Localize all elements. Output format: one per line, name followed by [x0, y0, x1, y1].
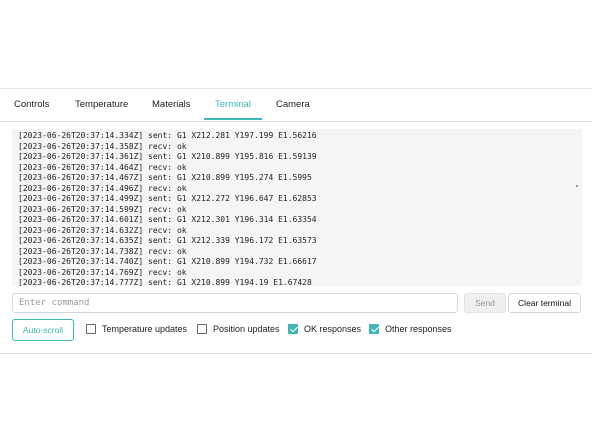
scrollbar-thumb[interactable] [576, 185, 578, 187]
terminal-panel: Controls Temperature Materials Terminal … [0, 88, 592, 354]
send-button[interactable]: Send [464, 293, 506, 313]
terminal-line: [2023-06-26T20:37:14.632Z] recv: ok [18, 225, 187, 235]
terminal-line: [2023-06-26T20:37:14.496Z] recv: ok [18, 183, 187, 193]
terminal-line: [2023-06-26T20:37:14.334Z] sent: G1 X212… [18, 131, 317, 140]
checkbox-box[interactable] [369, 324, 379, 334]
checkbox-label: OK responses [304, 324, 362, 334]
terminal-line: [2023-06-26T20:37:14.738Z] recv: ok [18, 246, 187, 256]
terminal-line: [2023-06-26T20:37:14.777Z] sent: G1 X210… [18, 278, 312, 286]
checkbox-box[interactable] [86, 324, 96, 334]
tab-camera[interactable]: Camera [276, 89, 310, 120]
checkbox-label: Position updates [213, 324, 280, 334]
terminal-output[interactable]: [2023-06-26T20:37:14.334Z] sent: G1 X212… [12, 129, 582, 286]
terminal-line: [2023-06-26T20:37:14.467Z] sent: G1 X210… [18, 173, 312, 182]
tab-controls[interactable]: Controls [14, 89, 49, 120]
terminal-line: [2023-06-26T20:37:14.361Z] sent: G1 X210… [18, 152, 317, 161]
terminal-line: [2023-06-26T20:37:14.358Z] recv: ok [18, 141, 187, 151]
checkbox-label: Other responses [385, 324, 452, 334]
terminal-scroll-area[interactable]: [2023-06-26T20:37:14.334Z] sent: G1 X212… [12, 129, 582, 286]
checkbox-label: Temperature updates [102, 324, 188, 334]
options-row: Auto-scroll Temperature updates Position… [12, 319, 582, 343]
terminal-line: [2023-06-26T20:37:14.599Z] recv: ok [18, 204, 187, 214]
terminal-line: [2023-06-26T20:37:14.464Z] recv: ok [18, 162, 187, 172]
active-tab-indicator [204, 118, 262, 120]
terminal-line: [2023-06-26T20:37:14.499Z] sent: G1 X212… [18, 194, 317, 203]
checkbox-box[interactable] [288, 324, 298, 334]
command-input[interactable] [12, 293, 458, 313]
tab-temperature[interactable]: Temperature [75, 89, 128, 120]
checkbox-box[interactable] [197, 324, 207, 334]
clear-terminal-button[interactable]: Clear terminal [508, 293, 581, 313]
tab-bar: Controls Temperature Materials Terminal … [0, 89, 592, 122]
command-row: Send Clear terminal [12, 293, 582, 315]
terminal-line: [2023-06-26T20:37:14.601Z] sent: G1 X212… [18, 215, 317, 224]
terminal-line: [2023-06-26T20:37:14.635Z] sent: G1 X212… [18, 236, 317, 245]
tab-materials[interactable]: Materials [152, 89, 191, 120]
terminal-line: [2023-06-26T20:37:14.740Z] sent: G1 X210… [18, 257, 317, 266]
autoscroll-button[interactable]: Auto-scroll [12, 319, 74, 341]
tab-terminal[interactable]: Terminal [215, 89, 251, 120]
terminal-line: [2023-06-26T20:37:14.769Z] recv: ok [18, 267, 187, 277]
